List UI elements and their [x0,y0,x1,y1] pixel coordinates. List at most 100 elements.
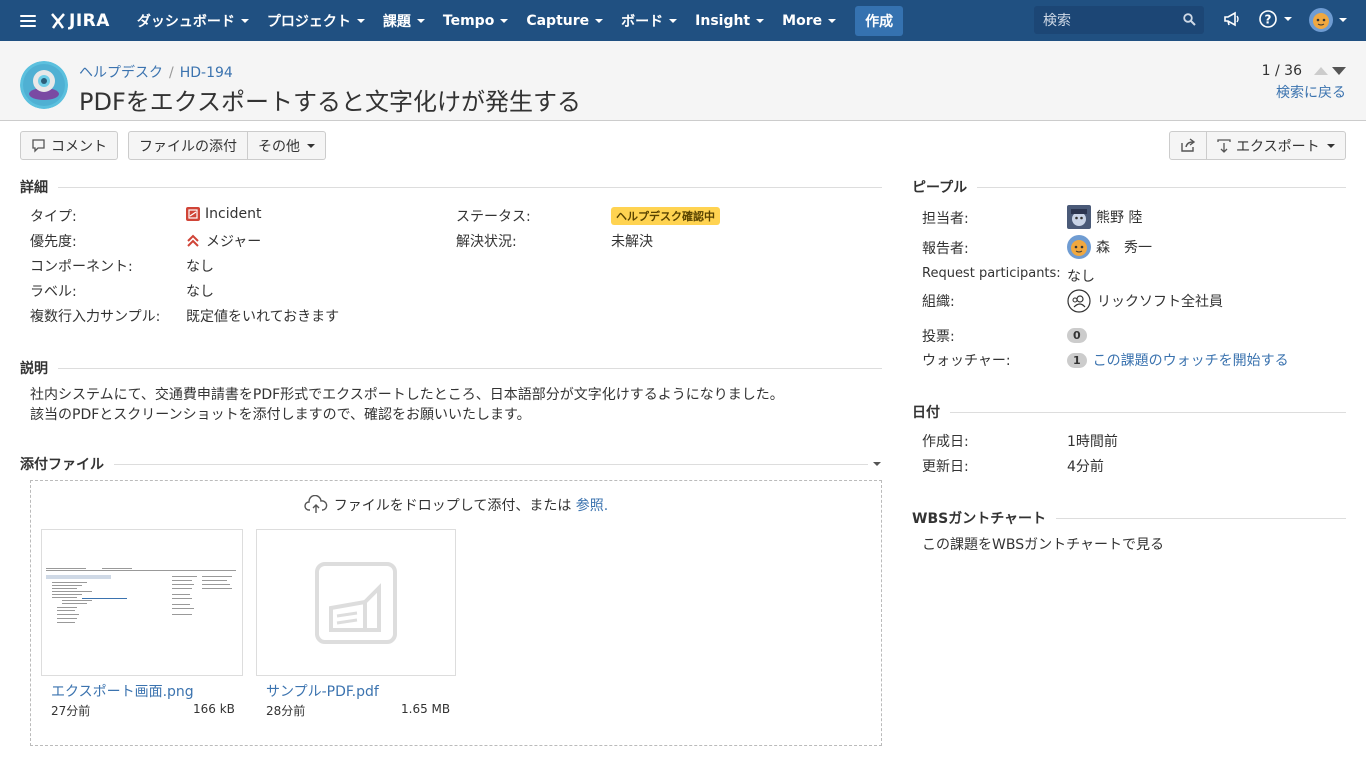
divider [977,186,1346,188]
description-line-2[interactable]: 該当のPDFとスクリーンショットを添付しますので、確認をお願いいたします。 [30,404,531,424]
component-value[interactable]: なし [186,256,214,276]
project-avatar-icon[interactable] [20,61,68,109]
assignee-avatar [1067,205,1091,229]
issue-actions-group: ファイルの添付 その他 [128,131,326,160]
description-line-1[interactable]: 社内システムにて、交通費申請書をPDF形式でエクスポートしたところ、日本語部分が… [30,384,784,404]
attachments-heading[interactable]: 添付ファイル [20,454,882,474]
view-in-wbs-gantt-link[interactable]: この課題をWBSガントチャートで見る [922,534,1164,554]
votes-count-badge: 0 [1067,328,1087,343]
user-profile-menu[interactable] [1309,8,1347,32]
organization-name: リックソフト全社員 [1097,294,1223,310]
people-heading[interactable]: ピープル [912,177,1346,197]
issue-pager: 1 / 36 [1262,63,1346,79]
dropzone-text: ファイルをドロップして添付、または [333,498,572,514]
notifications-megaphone-icon[interactable] [1222,9,1242,29]
attachment-name-pdf[interactable]: サンプル-PDF.pdf [266,681,379,701]
updated-value: 4分前 [1067,459,1104,475]
people-heading-text: ピープル [912,180,968,196]
watchers-label: ウォッチャー: [922,353,1011,369]
reporter-value[interactable]: 森 秀一 [1067,235,1152,259]
watchers-count-badge: 1 [1067,352,1087,368]
export-button[interactable]: エクスポート [1207,131,1346,160]
dates-heading[interactable]: 日付 [912,402,1346,422]
request-participants-value: なし [1067,269,1095,285]
breadcrumb-issue-key-link[interactable]: HD-194 [180,65,233,81]
attach-file-button[interactable]: ファイルの添付 [128,131,248,160]
type-value-text: Incident [205,206,262,222]
search-input[interactable]: 検索 [1034,6,1204,34]
type-value[interactable]: Incident [186,206,261,222]
nav-issues[interactable]: 課題 [374,0,434,41]
nav-capture[interactable]: Capture [517,0,612,41]
nav-tempo[interactable]: Tempo [434,0,517,41]
attachment-name-screenshot[interactable]: エクスポート画面.png [51,681,194,701]
breadcrumb-separator: / [169,65,174,81]
more-actions-label: その他 [258,138,300,155]
multiline-sample-value[interactable]: 既定値をいれておきます [186,306,339,326]
description-heading-text: 説明 [20,361,48,377]
organization-icon [1067,289,1091,313]
export-button-label: エクスポート [1236,138,1320,155]
votes-value[interactable]: 0 [1067,327,1087,343]
breadcrumb-project-link[interactable]: ヘルプデスク [79,65,163,81]
divider [58,186,882,188]
attachment-size-screenshot: 166 kB [193,702,235,716]
attachment-dropzone[interactable]: ファイルをドロップして添付、または 参照. エクスポート画面.png 27分前 … [30,480,882,746]
issue-summary-title[interactable]: PDFをエクスポートすると文字化けが発生する [79,82,581,117]
dates-heading-text: 日付 [912,405,940,421]
status-badge[interactable]: ヘルプデスク確認中 [611,207,720,225]
chevron-down-icon [500,18,509,23]
chevron-down-icon [756,18,765,23]
priority-value-text: メジャー [206,234,262,250]
help-menu[interactable]: ? [1258,9,1292,29]
app-switcher-menu-icon[interactable] [8,0,48,41]
comment-button[interactable]: コメント [20,131,118,160]
attachment-age-screenshot: 27分前 [51,704,91,718]
divider [950,411,1346,413]
top-navigation-bar: JIRA ダッシュボード プロジェクト 課題 Tempo Capture ボード… [0,0,1366,41]
more-actions-button[interactable]: その他 [248,131,326,160]
organization-value[interactable]: リックソフト全社員 [1067,289,1223,313]
resolution-label: 解決状況: [456,234,517,250]
wbs-gantt-heading[interactable]: WBSガントチャート [912,508,1346,528]
attachment-age-pdf: 28分前 [266,704,306,718]
jira-logo-text: JIRA [69,10,110,31]
pdf-document-icon [315,562,397,644]
create-button[interactable]: 作成 [855,5,904,36]
previous-issue-icon[interactable] [1314,67,1328,75]
start-watching-link[interactable]: この課題のウォッチを開始する [1093,350,1289,370]
status-label: ステータス: [456,209,531,225]
attachment-thumbnail-screenshot[interactable] [41,529,243,676]
assignee-label: 担当者: [922,211,969,227]
reporter-name: 森 秀一 [1096,240,1152,256]
dropzone-message: ファイルをドロップして添付、または 参照. [31,495,881,515]
request-participants-label: Request participants: [922,266,1061,281]
attachments-options-chevron-icon[interactable] [872,459,882,469]
details-heading-text: 詳細 [20,180,48,196]
priority-value[interactable]: メジャー [186,231,261,251]
created-label: 作成日: [922,434,969,450]
priority-major-icon [187,234,199,247]
share-button[interactable] [1169,131,1207,160]
wbs-gantt-heading-text: WBSガントチャート [912,511,1047,527]
jira-logo[interactable]: JIRA [50,11,110,31]
nav-insight[interactable]: Insight [686,0,773,41]
back-to-search-link[interactable]: 検索に戻る [1276,82,1346,102]
nav-boards[interactable]: ボード [612,0,686,41]
chevron-down-icon [1284,17,1292,21]
attachment-thumbnail-pdf[interactable] [256,529,456,676]
chevron-down-icon [240,18,249,23]
details-heading[interactable]: 詳細 [20,177,882,197]
share-export-group: エクスポート [1169,131,1346,160]
nav-more[interactable]: More [773,0,845,41]
assignee-value[interactable]: 熊野 陸 [1067,205,1142,229]
nav-projects[interactable]: プロジェクト [258,0,374,41]
description-heading[interactable]: 説明 [20,358,882,378]
next-issue-icon[interactable] [1332,67,1346,75]
labels-value[interactable]: なし [186,281,214,301]
help-icon: ? [1259,10,1277,28]
nav-dashboards[interactable]: ダッシュボード [128,0,258,41]
browse-link[interactable]: 参照. [576,495,608,515]
export-download-icon [1217,138,1231,153]
chevron-down-icon [669,18,678,23]
